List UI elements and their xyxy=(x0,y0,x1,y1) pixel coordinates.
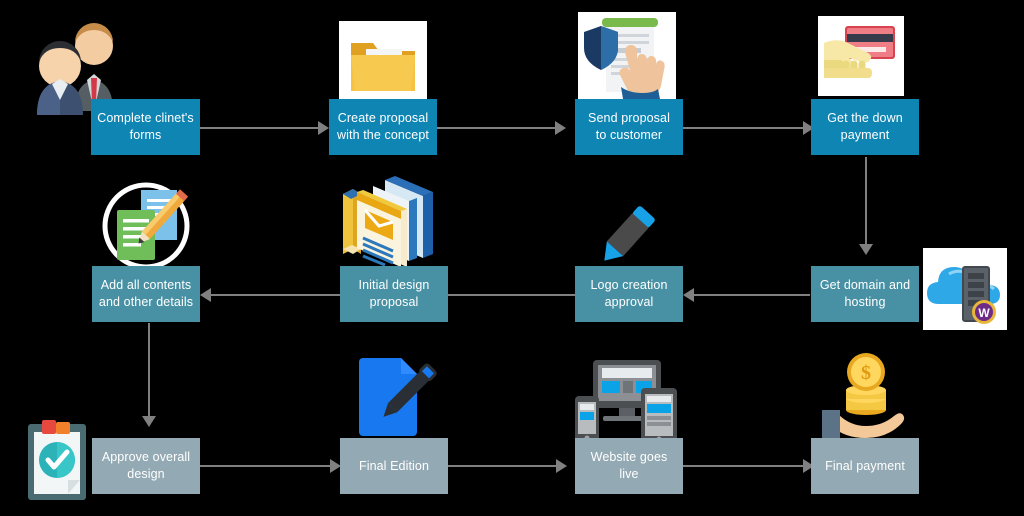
connector-n1-n2 xyxy=(200,127,318,129)
arrowhead-n1-n2 xyxy=(318,121,329,135)
process-node-complete-client-forms[interactable]: Complete clinet's forms xyxy=(91,99,200,155)
process-node-get-domain-hosting[interactable]: Get domain and hosting xyxy=(811,266,919,322)
node-label: Complete clinet's forms xyxy=(97,111,194,142)
connector-n11-n12 xyxy=(683,465,803,467)
books-stack-icon xyxy=(333,172,441,272)
document-edit-icon xyxy=(353,352,443,440)
arrowhead-n4-n5 xyxy=(859,244,873,255)
node-label: Final Edition xyxy=(358,458,430,473)
process-node-add-all-contents[interactable]: Add all contents and other details xyxy=(92,266,200,322)
process-node-create-proposal[interactable]: Create proposal with the concept xyxy=(329,99,437,155)
process-node-website-goes-live[interactable]: Website goes live xyxy=(575,438,683,494)
connector-n3-n4 xyxy=(683,127,803,129)
responsive-devices-icon xyxy=(573,358,679,442)
documents-pencil-icon xyxy=(99,182,193,272)
arrowhead-n5-n6 xyxy=(683,288,694,302)
process-node-send-proposal[interactable]: Send proposal to customer xyxy=(575,99,683,155)
process-node-final-payment[interactable]: Final payment xyxy=(811,438,919,494)
process-node-initial-design-proposal[interactable]: Initial design proposal xyxy=(340,266,448,322)
node-label: Send proposal to customer xyxy=(588,111,670,142)
node-label: Logo creation approval xyxy=(590,278,668,309)
svg-text:W: W xyxy=(978,306,990,320)
shield-document-hand-icon xyxy=(578,12,676,104)
node-label: Create proposal with the concept xyxy=(337,111,429,142)
connector-n10-n11 xyxy=(448,465,556,467)
node-label: Get the down payment xyxy=(827,111,903,142)
node-label: Add all contents and other details xyxy=(98,278,194,309)
connector-n8-n9 xyxy=(148,323,150,416)
clipboard-check-icon xyxy=(20,418,94,502)
svg-text:$: $ xyxy=(861,362,871,384)
folder-document-icon xyxy=(339,21,427,103)
arrowhead-n8-n9 xyxy=(142,416,156,427)
connector-n4-n5 xyxy=(865,157,867,244)
connector-n5-n6 xyxy=(694,294,810,296)
cloud-server-hosting-icon: W xyxy=(923,248,1007,330)
node-label: Website goes live xyxy=(590,450,668,481)
connector-n2-n3 xyxy=(437,127,555,129)
hand-coins-icon: $ xyxy=(818,348,914,440)
node-label: Initial design proposal xyxy=(358,278,430,309)
process-node-get-down-payment[interactable]: Get the down payment xyxy=(811,99,919,155)
flowchart-canvas: W $ Complete clinet's forms Create propo… xyxy=(0,0,1024,516)
process-node-final-edition[interactable]: Final Edition xyxy=(340,438,448,494)
process-node-approve-overall-design[interactable]: Approve overall design xyxy=(92,438,200,494)
arrowhead-n2-n3 xyxy=(555,121,566,135)
pencil-icon xyxy=(584,198,670,270)
connector-n7-n8 xyxy=(211,294,341,296)
arrowhead-n10-n11 xyxy=(556,459,567,473)
process-node-logo-creation-approval[interactable]: Logo creation approval xyxy=(575,266,683,322)
node-label: Approve overall design xyxy=(101,450,191,481)
hand-credit-card-icon xyxy=(818,16,904,96)
node-label: Final payment xyxy=(825,458,905,473)
node-label: Get domain and hosting xyxy=(819,278,911,309)
arrowhead-n7-n8 xyxy=(200,288,211,302)
connector-n6-n7 xyxy=(448,294,576,296)
connector-n9-n10 xyxy=(200,465,330,467)
